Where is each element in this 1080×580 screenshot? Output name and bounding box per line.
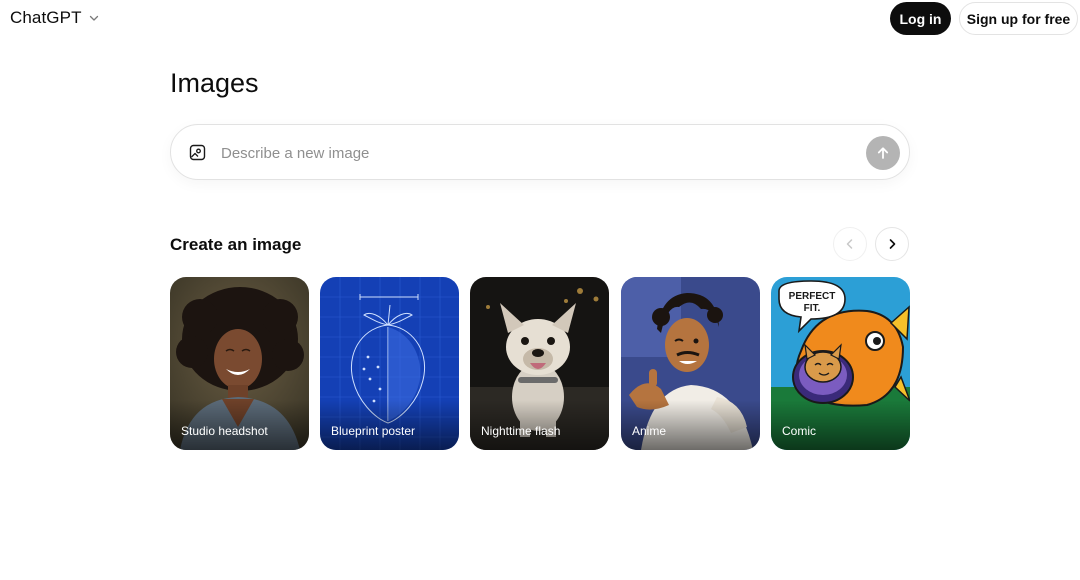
model-selector[interactable]: ChatGPT xyxy=(10,8,100,28)
signup-button[interactable]: Sign up for free xyxy=(959,2,1078,35)
brand-name: ChatGPT xyxy=(10,8,82,27)
image-prompt-input[interactable] xyxy=(221,139,841,167)
card-anime[interactable]: Anime xyxy=(621,277,760,450)
chevron-down-icon xyxy=(89,15,98,21)
carousel-next-button[interactable] xyxy=(875,227,909,261)
card-label: Studio headshot xyxy=(181,424,268,438)
page-title: Images xyxy=(170,68,259,98)
login-button[interactable]: Log in xyxy=(890,2,951,35)
comic-bubble-text-2: FIT. xyxy=(804,303,821,314)
arrow-up-icon xyxy=(877,147,889,159)
card-blueprint-poster[interactable]: Blueprint poster xyxy=(320,277,459,450)
card-studio-headshot[interactable]: Studio headshot xyxy=(170,277,309,450)
carousel-prev-button[interactable] xyxy=(833,227,867,261)
card-comic[interactable]: PERFECT FIT. Comic xyxy=(771,277,910,450)
card-label: Anime xyxy=(632,424,667,438)
card-label: Nighttime flash xyxy=(481,424,561,438)
top-bar: ChatGPT Log in Sign up for free xyxy=(0,0,1080,38)
card-nighttime-flash[interactable]: Nighttime flash xyxy=(470,277,609,450)
comic-bubble-text-1: PERFECT xyxy=(789,291,836,302)
send-button[interactable] xyxy=(866,136,900,170)
prompt-box xyxy=(170,124,910,180)
chevron-right-icon xyxy=(889,239,896,249)
chevron-left-icon xyxy=(846,239,853,249)
card-label: Blueprint poster xyxy=(331,424,416,438)
section-title: Create an image xyxy=(170,235,302,254)
card-label: Comic xyxy=(782,424,817,438)
image-icon[interactable] xyxy=(189,144,206,161)
